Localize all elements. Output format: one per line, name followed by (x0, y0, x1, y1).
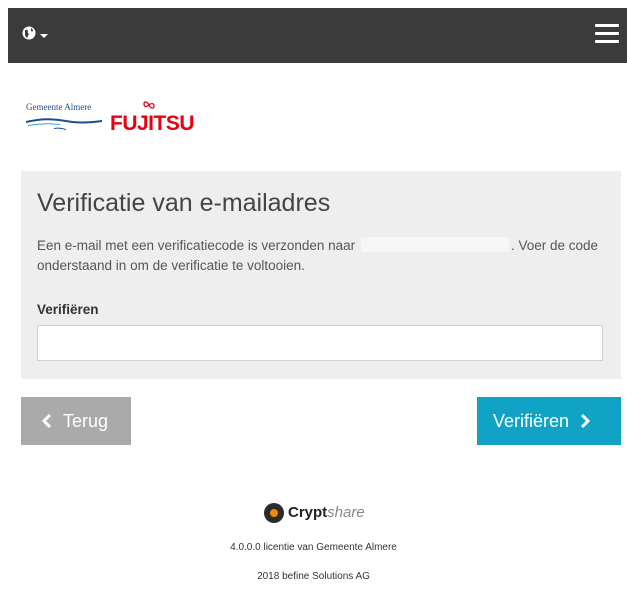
verification-code-label: Verifiëren (37, 302, 99, 317)
back-button[interactable]: Terug (21, 397, 131, 445)
cryptshare-logo-text: Cryptshare (288, 504, 365, 521)
page-title: Verificatie van e-mailadres (37, 189, 331, 217)
cryptshare-logo-icon (264, 503, 284, 523)
copyright-text: 2018 befine Solutions AG (257, 571, 370, 582)
hamburger-menu-icon[interactable] (595, 24, 619, 46)
verify-button-label: Verifiëren (493, 410, 570, 431)
almere-logo-icon (26, 118, 102, 130)
verify-button[interactable]: Verifiëren (477, 397, 621, 445)
chevron-right-icon (580, 413, 591, 429)
back-button-label: Terug (63, 410, 109, 431)
fujitsu-infinity-icon (143, 101, 155, 109)
logo-area: Gemeente Almere FUJITSU (26, 100, 226, 140)
license-text: 4.0.0.0 licentie van Gemeente Almere (230, 542, 397, 553)
verification-code-input[interactable] (37, 325, 603, 361)
description-text-start: Een e-mail met een verificatiecode is ve… (37, 238, 356, 253)
chevron-down-icon (40, 34, 48, 38)
fujitsu-logo: FUJITSU (110, 112, 195, 135)
language-dropdown[interactable] (22, 26, 58, 46)
cryptshare-logo: Cryptshare (264, 503, 384, 525)
globe-icon (22, 26, 36, 40)
verification-panel: Verificatie van e-mailadres Een e-mail m… (21, 171, 621, 379)
chevron-left-icon (41, 413, 52, 429)
email-address-redacted (360, 237, 509, 252)
verification-description: Een e-mail met een verificatiecode is ve… (37, 236, 602, 276)
top-navbar (8, 8, 627, 63)
